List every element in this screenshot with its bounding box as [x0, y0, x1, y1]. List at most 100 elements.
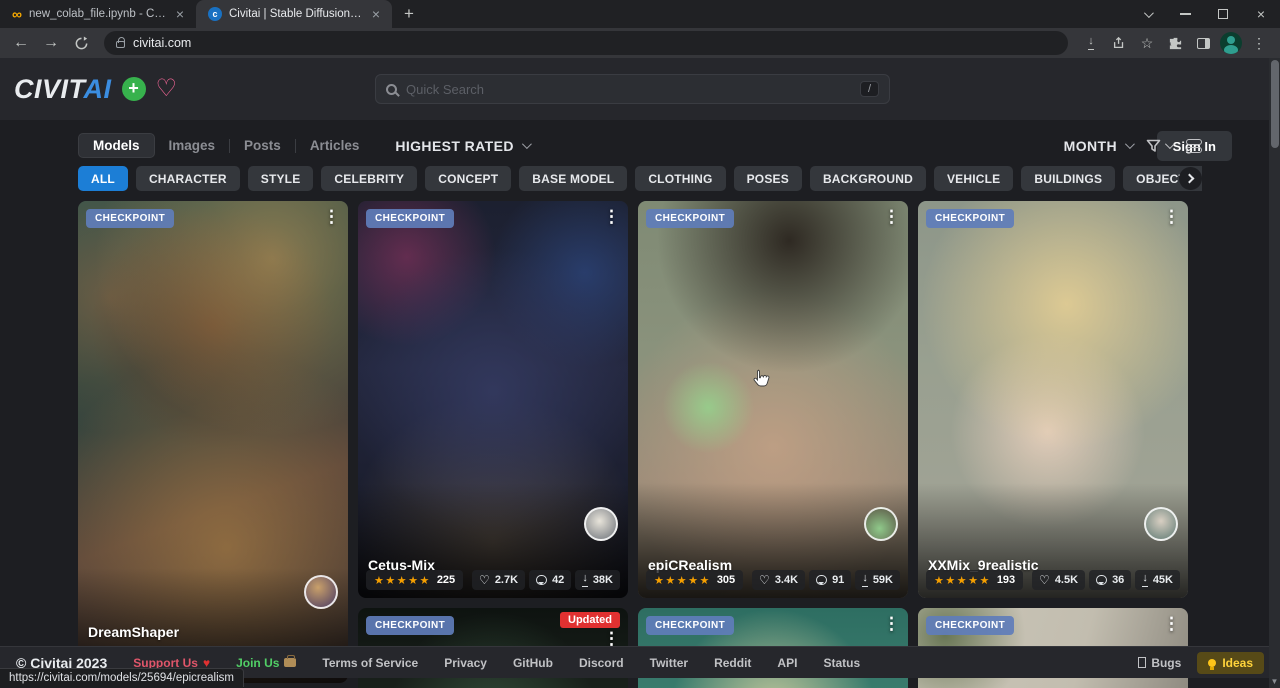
footer-link-terms[interactable]: Terms of Service [322, 656, 418, 670]
tab-colab[interactable]: ∞ new_colab_file.ipynb - Colaborat × [0, 0, 196, 28]
bug-icon [1138, 657, 1146, 668]
forward-icon[interactable]: → [38, 30, 64, 56]
card-menu-icon[interactable]: ⋮ [603, 631, 620, 646]
footer-link-status[interactable]: Status [823, 656, 860, 670]
tab-close-icon[interactable]: × [174, 7, 186, 21]
star-rating-icon: ★★★★★ [654, 574, 711, 587]
downloads-stat: ↓59K [855, 570, 900, 590]
layout-toggle-icon[interactable] [1186, 139, 1202, 153]
card-menu-icon[interactable]: ⋮ [1163, 616, 1180, 631]
chevron-down-icon [1165, 139, 1175, 149]
content-type-tabs: Models Images Posts Articles [78, 133, 373, 158]
reload-icon[interactable] [68, 30, 94, 56]
heart-icon: ♡ [759, 574, 770, 586]
sort-dropdown[interactable]: HIGHEST RATED [395, 138, 529, 154]
card-menu-icon[interactable]: ⋮ [883, 616, 900, 631]
model-card-dreamshaper[interactable]: CHECKPOINT ⋮ DreamShaper [78, 201, 348, 683]
lock-icon [116, 41, 125, 48]
chevron-down-icon [1125, 139, 1135, 149]
quick-search-input[interactable]: Quick Search / [375, 74, 890, 104]
checkpoint-badge: CHECKPOINT [926, 616, 1014, 635]
footer-link-join-us[interactable]: Join Us [236, 656, 296, 670]
footer-link-reddit[interactable]: Reddit [714, 656, 751, 670]
likes-stat: ♡3.4K [752, 570, 805, 590]
minimize-button[interactable] [1166, 0, 1204, 28]
tab-articles[interactable]: Articles [296, 134, 374, 157]
category-pill-concept[interactable]: CONCEPT [425, 166, 511, 191]
category-pill-all[interactable]: ALL [78, 166, 128, 191]
scrollbar-thumb[interactable] [1271, 60, 1279, 148]
browser-profile-avatar[interactable] [1218, 31, 1244, 55]
category-pill-poses[interactable]: POSES [734, 166, 802, 191]
footer-link-twitter[interactable]: Twitter [650, 656, 688, 670]
period-dropdown[interactable]: MONTH [1064, 138, 1132, 154]
filters-row: Models Images Posts Articles HIGHEST RAT… [78, 132, 1202, 159]
category-pill-character[interactable]: CHARACTER [136, 166, 240, 191]
downloads-stat: ↓45K [1135, 570, 1180, 590]
model-card-epicrealism[interactable]: CHECKPOINT ⋮ epiCRealism ★★★★★ 305 ♡3.4K [638, 201, 908, 598]
rating-count: 225 [437, 574, 455, 586]
model-stats: ★★★★★ 225 ♡2.7K 42 ↓38K [366, 570, 620, 590]
category-pill-celebrity[interactable]: CELEBRITY [321, 166, 417, 191]
scrollbar-down-arrow[interactable]: ▼ [1269, 677, 1280, 686]
category-pill-vehicle[interactable]: VEHICLE [934, 166, 1013, 191]
tab-title: Civitai | Stable Diffusion models, [229, 8, 363, 20]
side-panel-icon[interactable] [1190, 31, 1216, 55]
creator-avatar[interactable] [1144, 507, 1178, 541]
lightbulb-icon [1208, 659, 1216, 667]
likes-stat: ♡4.5K [1032, 570, 1085, 590]
url-text[interactable]: civitai.com [133, 36, 191, 50]
footer-link-github[interactable]: GitHub [513, 656, 553, 670]
card-menu-icon[interactable]: ⋮ [883, 209, 900, 224]
share-icon[interactable] [1106, 31, 1132, 55]
creator-avatar[interactable] [584, 507, 618, 541]
model-stats: ★★★★★ 305 ♡3.4K 91 ↓59K [646, 570, 900, 590]
close-button[interactable]: × [1242, 0, 1280, 28]
maximize-button[interactable] [1204, 0, 1242, 28]
tab-posts[interactable]: Posts [230, 134, 295, 157]
creator-avatar[interactable] [304, 575, 338, 609]
category-pill-buildings[interactable]: BUILDINGS [1021, 166, 1115, 191]
heart-icon: ♡ [479, 574, 490, 586]
category-pill-style[interactable]: STYLE [248, 166, 314, 191]
creator-avatar[interactable] [864, 507, 898, 541]
civitai-page: CIVITAI + ♡ Quick Search / Sign In Model… [0, 58, 1280, 688]
url-bar[interactable]: civitai.com [104, 31, 1068, 55]
category-pill-clothing[interactable]: CLOTHING [635, 166, 725, 191]
tab-search-icon[interactable] [1128, 0, 1166, 28]
pills-scroll-right-button[interactable] [1179, 167, 1202, 190]
rating-pill: ★★★★★ 305 [646, 570, 743, 590]
new-tab-button[interactable]: + [392, 4, 426, 28]
filter-dropdown[interactable] [1146, 139, 1172, 153]
civitai-logo[interactable]: CIVITAI [14, 74, 112, 105]
tab-images[interactable]: Images [155, 134, 230, 157]
search-placeholder: Quick Search [406, 82, 851, 97]
window-controls: × [1128, 0, 1280, 28]
card-menu-icon[interactable]: ⋮ [323, 209, 340, 224]
category-pill-background[interactable]: BACKGROUND [810, 166, 926, 191]
favorites-heart-icon[interactable]: ♡ [156, 77, 178, 101]
bookmark-star-icon[interactable]: ☆ [1134, 31, 1160, 55]
tab-title: new_colab_file.ipynb - Colaborat [29, 8, 167, 20]
right-controls: MONTH [1064, 138, 1202, 154]
footer-link-api[interactable]: API [777, 656, 797, 670]
footer-link-discord[interactable]: Discord [579, 656, 624, 670]
ideas-button[interactable]: Ideas [1197, 652, 1264, 674]
tab-civitai[interactable]: c Civitai | Stable Diffusion models, × [196, 0, 392, 28]
tab-close-icon[interactable]: × [370, 7, 382, 21]
browser-menu-icon[interactable]: ⋮ [1246, 31, 1272, 55]
card-menu-icon[interactable]: ⋮ [603, 209, 620, 224]
tab-models[interactable]: Models [78, 133, 155, 158]
category-pill-base-model[interactable]: BASE MODEL [519, 166, 627, 191]
card-menu-icon[interactable]: ⋮ [1163, 209, 1180, 224]
create-plus-button[interactable]: + [122, 77, 146, 101]
page-scrollbar[interactable]: ▼ [1269, 58, 1280, 688]
extensions-puzzle-icon[interactable] [1162, 31, 1188, 55]
bugs-link[interactable]: Bugs [1138, 656, 1181, 670]
back-icon[interactable]: ← [8, 30, 34, 56]
footer-links: Support Us♥ Join Us Terms of Service Pri… [133, 656, 860, 670]
model-card-cetus-mix[interactable]: CHECKPOINT ⋮ Cetus-Mix ★★★★★ 225 ♡2.7K [358, 201, 628, 598]
model-card-xxmix-9realistic[interactable]: CHECKPOINT ⋮ XXMix_9realistic ★★★★★ 193 … [918, 201, 1188, 598]
footer-link-privacy[interactable]: Privacy [444, 656, 487, 670]
download-page-icon[interactable]: ↓ [1078, 31, 1104, 55]
